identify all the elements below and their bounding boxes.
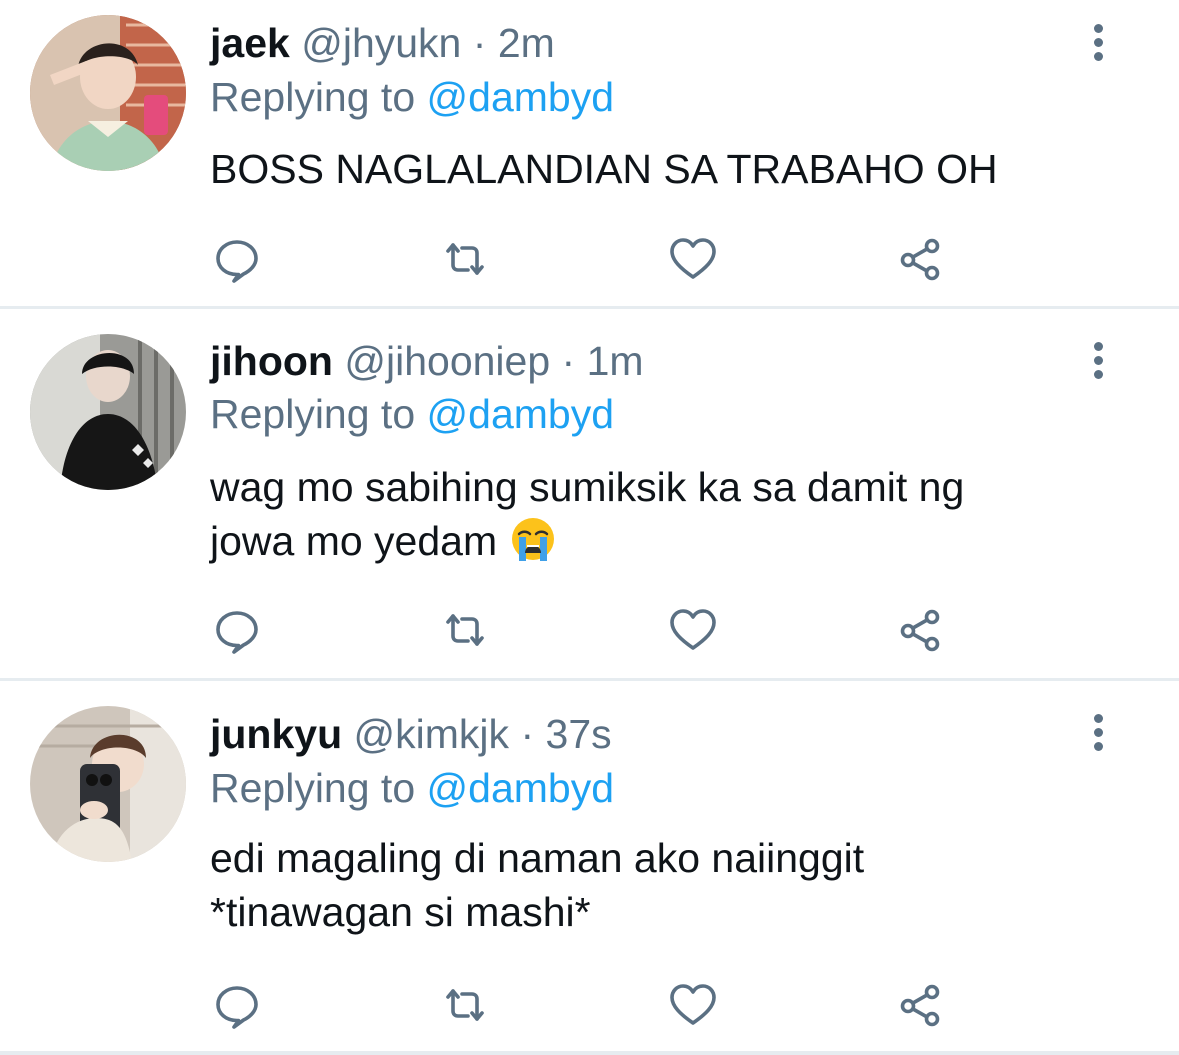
separator: · (561, 338, 576, 384)
replying-prefix: Replying to (210, 765, 416, 811)
reply-button[interactable] (212, 980, 262, 1030)
display-name[interactable]: jaek (210, 20, 290, 66)
replying-prefix: Replying to (210, 74, 416, 120)
replying-to: Replying to @dambyd (210, 765, 614, 811)
share-icon (900, 609, 940, 652)
tweet-text-line: jowa mo yedam (210, 518, 498, 564)
share-icon (900, 238, 940, 281)
more-options-button[interactable] (1086, 342, 1110, 382)
user-handle[interactable]: @jhyukn (301, 20, 461, 66)
heart-icon (670, 609, 716, 650)
comment-icon (216, 240, 258, 283)
tweet-text-line: wag mo sabihing sumiksik ka sa damit ng (210, 464, 965, 510)
more-vertical-icon (1086, 714, 1110, 751)
comment-icon (216, 611, 258, 654)
timestamp[interactable]: 1m (587, 338, 644, 384)
tweet[interactable]: jihoon @jihooniep · 1m Replying to @damb… (0, 307, 1179, 679)
retweet-button[interactable] (440, 980, 490, 1030)
display-name[interactable]: jihoon (210, 338, 333, 384)
tweet-header: jaek @jhyukn · 2m (210, 20, 555, 66)
retweet-icon (446, 614, 484, 646)
more-options-button[interactable] (1086, 714, 1110, 754)
like-button[interactable] (668, 234, 718, 284)
tweet-feed: jaek @jhyukn · 2m Replying to @dambyd BO… (0, 0, 1179, 1055)
heart-icon (670, 984, 716, 1025)
tweet-header: junkyu @kimkjk · 37s (210, 711, 612, 757)
mention-link[interactable]: @dambyd (427, 74, 614, 120)
mention-link[interactable]: @dambyd (427, 765, 614, 811)
more-vertical-icon (1086, 24, 1110, 61)
heart-icon (670, 238, 716, 279)
replying-to: Replying to @dambyd (210, 74, 614, 120)
timestamp[interactable]: 37s (546, 711, 612, 757)
more-options-button[interactable] (1086, 24, 1110, 64)
separator: · (520, 711, 535, 757)
retweet-button[interactable] (440, 234, 490, 284)
tweet[interactable]: junkyu @kimkjk · 37s Replying to @dambyd… (0, 679, 1179, 1055)
share-icon (900, 984, 940, 1027)
reply-button[interactable] (212, 605, 262, 655)
more-vertical-icon (1086, 342, 1110, 379)
comment-icon (216, 986, 258, 1029)
tweet-actions (212, 605, 952, 655)
avatar[interactable] (30, 15, 186, 171)
tweet-text-line: *tinawagan si mashi* (210, 889, 591, 935)
retweet-icon (446, 989, 484, 1021)
replying-prefix: Replying to (210, 391, 416, 437)
tweet-text-line: edi magaling di naman ako naiinggit (210, 835, 865, 881)
mention-link[interactable]: @dambyd (427, 391, 614, 437)
user-handle[interactable]: @kimkjk (354, 711, 510, 757)
separator: · (472, 20, 487, 66)
like-button[interactable] (668, 605, 718, 655)
tweet[interactable]: jaek @jhyukn · 2m Replying to @dambyd BO… (0, 0, 1179, 307)
share-button[interactable] (896, 234, 946, 284)
tweet-text-line-with-emoji: jowa mo yedam (210, 514, 1110, 568)
replying-to: Replying to @dambyd (210, 391, 614, 437)
share-button[interactable] (896, 980, 946, 1030)
tweet-text: edi magaling di naman ako naiinggit *tin… (210, 831, 1110, 939)
timestamp[interactable]: 2m (498, 20, 555, 66)
divider (0, 1051, 1179, 1055)
share-button[interactable] (896, 605, 946, 655)
tweet-text: wag mo sabihing sumiksik ka sa damit ng … (210, 460, 1110, 568)
retweet-button[interactable] (440, 605, 490, 655)
tweet-text: BOSS NAGLALANDIAN SA TRABAHO OH (210, 146, 998, 192)
tweet-actions (212, 980, 952, 1030)
user-handle[interactable]: @jihooniep (344, 338, 550, 384)
reply-button[interactable] (212, 234, 262, 284)
display-name[interactable]: junkyu (210, 711, 342, 757)
like-button[interactable] (668, 980, 718, 1030)
loudly-crying-face-icon (511, 518, 554, 561)
tweet-header: jihoon @jihooniep · 1m (210, 338, 644, 384)
avatar[interactable] (30, 706, 186, 862)
retweet-icon (446, 243, 484, 275)
avatar[interactable] (30, 334, 186, 490)
tweet-actions (212, 234, 952, 284)
